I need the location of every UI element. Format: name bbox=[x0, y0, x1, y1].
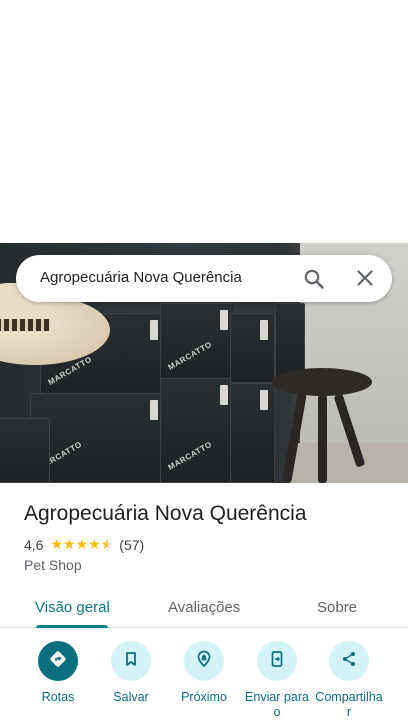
directions-label: Rotas bbox=[41, 690, 75, 704]
shoe-box: MARCATTO bbox=[30, 393, 165, 483]
share-label: Compartilha r bbox=[315, 690, 383, 719]
tab-overview[interactable]: Visão geral bbox=[35, 599, 110, 616]
nearby-icon bbox=[194, 649, 214, 674]
tab-bar: Visão geral Avaliações Sobre bbox=[0, 586, 408, 628]
star-icon: ★ bbox=[63, 537, 76, 553]
star-rating: ★ ★ ★ ★ ★ bbox=[50, 538, 113, 552]
bookmark-icon bbox=[122, 650, 140, 673]
tab-reviews[interactable]: Avaliações bbox=[168, 599, 240, 616]
close-icon[interactable] bbox=[353, 266, 377, 290]
search-bar[interactable]: Agropecuária Nova Querência bbox=[16, 255, 392, 302]
half-star-icon: ★ bbox=[100, 537, 114, 553]
share-icon bbox=[340, 650, 358, 673]
action-buttons: Rotas Salvar Próximo Enviar para o Compa… bbox=[0, 641, 408, 726]
send-to-phone-label: Enviar para o bbox=[245, 690, 309, 719]
star-icon: ★ bbox=[88, 537, 101, 553]
share-button[interactable]: Compartilha r bbox=[312, 641, 386, 720]
search-icon[interactable] bbox=[302, 267, 326, 291]
place-details-sheet: Agropecuária Nova Querência 4,6 ★ ★ ★ ★ … bbox=[0, 483, 408, 726]
send-to-phone-icon bbox=[268, 650, 286, 673]
directions-icon bbox=[48, 649, 68, 674]
nearby-label: Próximo bbox=[181, 690, 227, 704]
shoe-box: MARCATTO bbox=[160, 303, 235, 383]
shoe-box: MARCATTO bbox=[160, 378, 235, 483]
star-icon: ★ bbox=[50, 537, 64, 553]
send-to-phone-button[interactable]: Enviar para o bbox=[240, 641, 314, 720]
shoe-box bbox=[0, 418, 50, 483]
tab-about[interactable]: Sobre bbox=[317, 599, 357, 616]
search-query-text[interactable]: Agropecuária Nova Querência bbox=[40, 269, 242, 286]
place-category[interactable]: Pet Shop bbox=[24, 557, 82, 573]
review-count[interactable]: (57) bbox=[119, 537, 144, 553]
active-tab-indicator bbox=[36, 625, 108, 628]
nearby-button[interactable]: Próximo bbox=[167, 641, 241, 705]
shoe-box bbox=[230, 313, 275, 383]
star-icon: ★ bbox=[75, 537, 89, 553]
rating-value: 4,6 bbox=[24, 537, 44, 553]
rating-row[interactable]: 4,6 ★ ★ ★ ★ ★ (57) bbox=[24, 537, 144, 553]
map-blank-area bbox=[0, 0, 408, 243]
stool bbox=[272, 368, 372, 396]
shoe-box bbox=[230, 383, 275, 483]
save-button[interactable]: Salvar bbox=[94, 641, 168, 705]
place-title: Agropecuária Nova Querência bbox=[24, 502, 307, 525]
directions-button[interactable]: Rotas bbox=[21, 641, 95, 705]
save-label: Salvar bbox=[113, 690, 149, 704]
